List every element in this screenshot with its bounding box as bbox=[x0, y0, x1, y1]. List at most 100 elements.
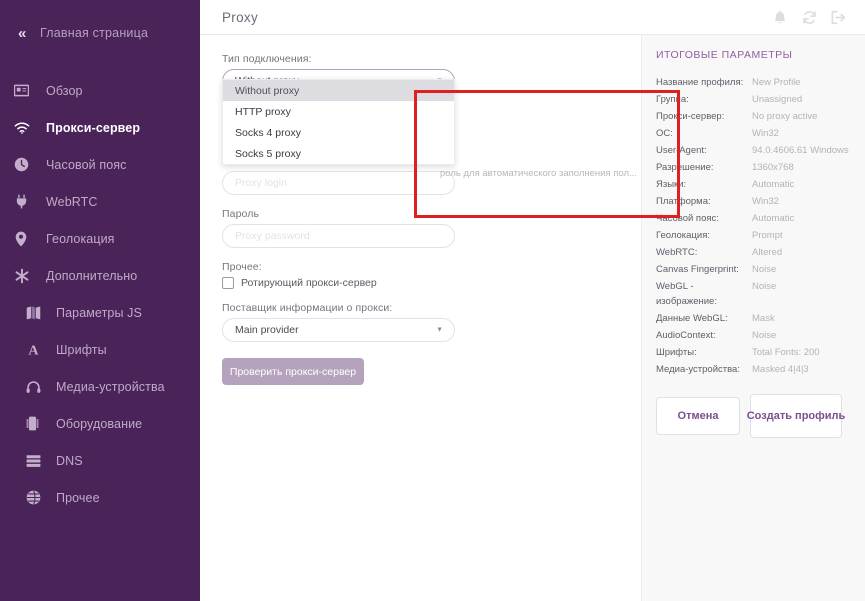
summary-key: Платформа: bbox=[656, 194, 752, 209]
cancel-button[interactable]: Отмена bbox=[656, 397, 740, 435]
bell-icon[interactable] bbox=[767, 4, 793, 30]
summary-value: No proxy active bbox=[752, 109, 817, 124]
summary-row: Название профиля:New Profile bbox=[656, 75, 851, 90]
dropdown-option[interactable]: Without proxy bbox=[223, 80, 454, 101]
password-input[interactable]: Proxy password bbox=[222, 224, 455, 248]
login-input[interactable]: Proxy login bbox=[222, 171, 455, 195]
connection-type-dropdown[interactable]: Without proxy HTTP proxy Socks 4 proxy S… bbox=[222, 79, 455, 165]
provider-group: Поставщик информации о прокси: Main prov… bbox=[222, 302, 619, 342]
sidebar-item-timezone[interactable]: Часовой пояс bbox=[0, 146, 200, 183]
sidebar-item-fonts[interactable]: A Шрифты bbox=[0, 331, 200, 368]
summary-row: AudioContext:Noise bbox=[656, 328, 851, 343]
sidebar-item-label: DNS bbox=[56, 454, 83, 468]
sidebar-item-webrtc[interactable]: WebRTC bbox=[0, 183, 200, 220]
create-profile-button[interactable]: Создать профиль bbox=[750, 394, 842, 438]
summary-key: Разрешение: bbox=[656, 160, 752, 175]
sidebar-item-additional[interactable]: Дополнительно bbox=[0, 257, 200, 294]
summary-value: Noise bbox=[752, 262, 776, 277]
summary-key: Шрифты: bbox=[656, 345, 752, 360]
provider-label: Поставщик информации о прокси: bbox=[222, 302, 619, 314]
summary-key: AudioContext: bbox=[656, 328, 752, 343]
summary-row: Часовой пояс:Automatic bbox=[656, 211, 851, 226]
create-profile-label-line1: Создать bbox=[747, 410, 792, 423]
provider-select[interactable]: Main provider ▼ bbox=[222, 318, 455, 342]
summary-key: WebGL - изображение: bbox=[656, 279, 752, 309]
hardware-icon bbox=[26, 416, 56, 431]
summary-actions: Отмена Создать профиль bbox=[656, 397, 851, 438]
summary-value: 94.0.4606.61 Windows bbox=[752, 143, 849, 158]
sidebar-item-js-params[interactable]: Параметры JS bbox=[0, 294, 200, 331]
main-region: Proxy Тип подключения: Without proxy ▼ bbox=[200, 0, 865, 601]
sidebar-item-geolocation[interactable]: Геолокация bbox=[0, 220, 200, 257]
summary-value: Noise bbox=[752, 328, 776, 343]
server-icon bbox=[26, 454, 56, 468]
sidebar-item-label: WebRTC bbox=[46, 195, 98, 209]
rotating-proxy-row[interactable]: Ротирующий прокси-сервер bbox=[222, 277, 619, 289]
book-icon bbox=[26, 306, 56, 320]
refresh-icon[interactable] bbox=[796, 4, 822, 30]
clock-icon bbox=[14, 157, 46, 172]
summary-row: ОС:Win32 bbox=[656, 126, 851, 141]
globe-icon bbox=[26, 490, 56, 505]
summary-row: Разрешение:1360x768 bbox=[656, 160, 851, 175]
chevron-double-left-icon[interactable]: « bbox=[14, 26, 40, 41]
summary-value: Noise bbox=[752, 279, 776, 309]
dropdown-option[interactable]: Socks 4 proxy bbox=[223, 122, 454, 143]
proxy-form: Тип подключения: Without proxy ▼ Without… bbox=[200, 35, 641, 601]
summary-row: Шрифты:Total Fonts: 200 bbox=[656, 345, 851, 360]
sidebar-item-label: Прокси-сервер bbox=[46, 121, 140, 135]
summary-key: Геолокация: bbox=[656, 228, 752, 243]
sidebar-item-label: Обзор bbox=[46, 84, 83, 98]
font-a-icon: A bbox=[26, 342, 56, 357]
sidebar-item-hardware[interactable]: Оборудование bbox=[0, 405, 200, 442]
sidebar: « Главная страница Обзор Прокси-сервер Ч… bbox=[0, 0, 200, 601]
page-title: Proxy bbox=[222, 10, 258, 25]
topbar: Proxy bbox=[200, 0, 865, 35]
id-card-icon bbox=[14, 83, 46, 98]
sidebar-item-label: Параметры JS bbox=[56, 306, 142, 320]
summary-row: Языки:Automatic bbox=[656, 177, 851, 192]
create-profile-label-line2: профиль bbox=[795, 410, 845, 423]
summary-key: User-Agent: bbox=[656, 143, 752, 158]
plug-icon bbox=[14, 194, 46, 209]
summary-row: Прокси-сервер:No proxy active bbox=[656, 109, 851, 124]
password-group: Пароль Proxy password bbox=[222, 208, 619, 248]
sidebar-item-obzor[interactable]: Обзор bbox=[0, 72, 200, 109]
logout-icon[interactable] bbox=[825, 4, 851, 30]
sidebar-item-label: Геолокация bbox=[46, 232, 115, 246]
check-proxy-button[interactable]: Проверить прокси-сервер bbox=[222, 358, 364, 385]
summary-key: Название профиля: bbox=[656, 75, 752, 90]
sidebar-item-media-devices[interactable]: Медиа-устройства bbox=[0, 368, 200, 405]
sidebar-item-label: Часовой пояс bbox=[46, 158, 126, 172]
sidebar-item-label: Дополнительно bbox=[46, 269, 137, 283]
summary-value: Automatic bbox=[752, 211, 794, 226]
summary-row: Canvas Fingerprint:Noise bbox=[656, 262, 851, 277]
summary-row: Геолокация:Prompt bbox=[656, 228, 851, 243]
app-window: « Главная страница Обзор Прокси-сервер Ч… bbox=[0, 0, 865, 601]
dropdown-option[interactable]: Socks 5 proxy bbox=[223, 143, 454, 164]
provider-value: Main provider bbox=[235, 324, 299, 336]
summary-key: Прокси-сервер: bbox=[656, 109, 752, 124]
sidebar-home-label: Главная страница bbox=[40, 26, 148, 40]
content-body: Тип подключения: Without proxy ▼ Without… bbox=[200, 35, 865, 601]
other-group: Прочее: Ротирующий прокси-сервер bbox=[222, 261, 619, 289]
summary-value: Unassigned bbox=[752, 92, 802, 107]
sidebar-item-other[interactable]: Прочее bbox=[0, 479, 200, 516]
summary-key: ОС: bbox=[656, 126, 752, 141]
sidebar-item-proxy[interactable]: Прокси-сервер bbox=[0, 109, 200, 146]
map-pin-icon bbox=[14, 231, 46, 247]
summary-value: Mask bbox=[752, 311, 775, 326]
summary-key: Данные WebGL: bbox=[656, 311, 752, 326]
sidebar-item-label: Оборудование bbox=[56, 417, 142, 431]
sidebar-item-dns[interactable]: DNS bbox=[0, 442, 200, 479]
summary-value: Win32 bbox=[752, 126, 779, 141]
dropdown-option[interactable]: HTTP proxy bbox=[223, 101, 454, 122]
summary-value: Masked 4|4|3 bbox=[752, 362, 809, 377]
rotating-proxy-checkbox[interactable] bbox=[222, 277, 234, 289]
sidebar-home-link[interactable]: « Главная страница bbox=[0, 18, 200, 48]
summary-key: Часовой пояс: bbox=[656, 211, 752, 226]
sidebar-item-label: Медиа-устройства bbox=[56, 380, 165, 394]
connection-type-group: Тип подключения: Without proxy ▼ Without… bbox=[222, 53, 619, 93]
summary-title: ИТОГОВЫЕ ПАРАМЕТРЫ bbox=[656, 49, 851, 61]
summary-panel: ИТОГОВЫЕ ПАРАМЕТРЫ Название профиля:New … bbox=[641, 35, 865, 601]
